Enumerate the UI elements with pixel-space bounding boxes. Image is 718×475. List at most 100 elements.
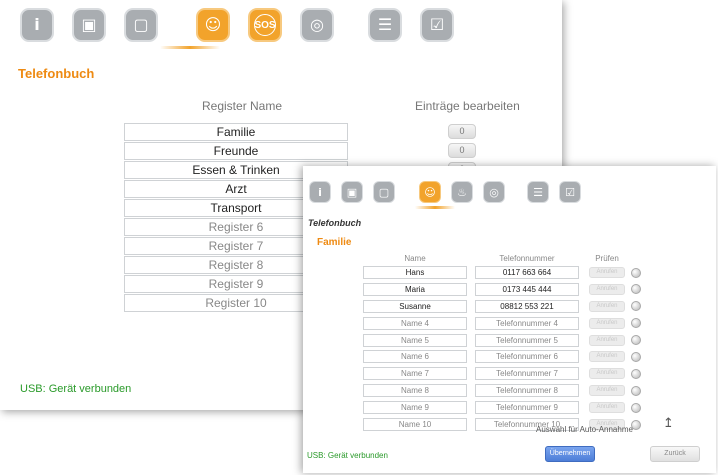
- phonebook-icon-glyph: ☺: [424, 185, 436, 199]
- display-icon-glyph: ▢: [378, 185, 390, 199]
- usb-status: USB: Gerät verbunden: [307, 451, 388, 460]
- call-test-button[interactable]: Anrufen: [589, 368, 625, 380]
- contact-name-field[interactable]: Susanne: [363, 299, 467, 313]
- register-item[interactable]: Freunde: [124, 142, 348, 160]
- call-test-button[interactable]: Anrufen: [589, 334, 625, 346]
- contact-card-icon-glyph: ▣: [346, 185, 358, 199]
- info-icon[interactable]: i: [309, 181, 331, 203]
- column-header-edit-entries: Einträge bearbeiten: [415, 99, 520, 113]
- sliders-icon-glyph: ☰: [377, 15, 393, 34]
- register-item[interactable]: Familie: [124, 123, 348, 141]
- alarm-clock-icon-glyph: ◎: [489, 185, 499, 199]
- table-row: Susanne 08812 553 221 Anrufen: [363, 299, 641, 314]
- apply-button[interactable]: Übernehmen: [545, 446, 595, 462]
- call-test-button[interactable]: Anrufen: [589, 317, 625, 329]
- contact-card-icon[interactable]: ▣: [341, 181, 363, 203]
- alarm-clock-icon[interactable]: ◎: [483, 181, 505, 203]
- table-row: Name 7 Telefonnummer 7 Anrufen: [363, 366, 641, 381]
- page-title: Telefonbuch: [18, 66, 95, 81]
- edit-entries-button[interactable]: 0: [448, 124, 476, 139]
- contact-name-field[interactable]: Name 4: [363, 316, 467, 330]
- edit-entries-button[interactable]: 0: [448, 143, 476, 158]
- sos-icon-glyph: SOS: [254, 14, 276, 36]
- contact-name-field[interactable]: Name 9: [363, 401, 467, 415]
- contact-name-field[interactable]: Name 10: [363, 418, 467, 432]
- table-row: Name 5 Telefonnummer 5 Anrufen: [363, 333, 641, 348]
- contact-phone-field[interactable]: 08812 553 221: [475, 299, 579, 313]
- auto-answer-radio[interactable]: [631, 402, 641, 413]
- flame-icon-glyph: ♨: [457, 185, 467, 199]
- arrow-up-icon: ↥: [663, 416, 674, 431]
- call-test-button[interactable]: Anrufen: [589, 283, 625, 295]
- contact-table: Hans 0117 663 664 Anrufen Maria 0173 445 444…: [363, 265, 641, 434]
- sliders-icon[interactable]: ☰: [527, 181, 549, 203]
- contact-card-icon[interactable]: ▣: [72, 8, 106, 42]
- call-test-button[interactable]: Anrufen: [589, 300, 625, 312]
- table-row: Name 4 Telefonnummer 4 Anrufen: [363, 316, 641, 331]
- display-icon[interactable]: ▢: [373, 181, 395, 203]
- contact-phone-field[interactable]: Telefonnummer 8: [475, 384, 579, 398]
- display-icon-glyph: ▢: [133, 15, 149, 34]
- display-icon[interactable]: ▢: [124, 8, 158, 42]
- checklist-icon[interactable]: ☑: [420, 8, 454, 42]
- column-header-register-name: Register Name: [202, 99, 283, 113]
- call-test-button[interactable]: Anrufen: [589, 385, 625, 397]
- auto-answer-label: Auswahl für Auto-Annahme: [536, 425, 633, 434]
- phonebook-icon-glyph: ☺: [204, 15, 222, 34]
- phonebook-icon[interactable]: ☺: [419, 181, 441, 203]
- table-row: Name 8 Telefonnummer 8 Anrufen: [363, 383, 641, 398]
- auto-answer-radio[interactable]: [631, 284, 641, 295]
- usb-status: USB: Gerät verbunden: [20, 383, 132, 395]
- contact-phone-field[interactable]: Telefonnummer 7: [475, 367, 579, 381]
- flame-icon[interactable]: ♨: [451, 181, 473, 203]
- info-icon-glyph: i: [34, 15, 40, 34]
- top-icon-bar: i ▣ ▢ ☺ SOS ◎ ☰ ☑: [20, 8, 454, 42]
- auto-answer-radio[interactable]: [631, 318, 641, 329]
- active-tab-indicator: [160, 46, 220, 49]
- top-icon-bar: i ▣ ▢ ☺ ♨ ◎ ☰ ☑: [309, 181, 581, 203]
- info-icon-glyph: i: [318, 185, 322, 199]
- call-test-button[interactable]: Anrufen: [589, 351, 625, 363]
- contact-phone-field[interactable]: Telefonnummer 5: [475, 333, 579, 347]
- auto-answer-radio[interactable]: [631, 385, 641, 396]
- register-subtitle: Familie: [317, 237, 352, 248]
- contact-name-field[interactable]: Name 6: [363, 350, 467, 364]
- contact-phone-field[interactable]: 0173 445 444: [475, 282, 579, 296]
- column-header-check: Prüfen: [595, 254, 619, 263]
- page-title: Telefonbuch: [308, 218, 362, 228]
- contact-card-icon-glyph: ▣: [81, 15, 97, 34]
- table-row: Maria 0173 445 444 Anrufen: [363, 282, 641, 297]
- auto-answer-radio[interactable]: [631, 301, 641, 312]
- contact-name-field[interactable]: Maria: [363, 282, 467, 296]
- checklist-icon-glyph: ☑: [429, 15, 445, 34]
- contact-phone-field[interactable]: Telefonnummer 4: [475, 316, 579, 330]
- contact-name-field[interactable]: Hans: [363, 266, 467, 279]
- auto-answer-radio[interactable]: [631, 267, 641, 278]
- contact-name-field[interactable]: Name 7: [363, 367, 467, 381]
- contact-phone-field[interactable]: Telefonnummer 6: [475, 350, 579, 364]
- table-row: Name 6 Telefonnummer 6 Anrufen: [363, 349, 641, 364]
- phonebook-entries-window: i ▣ ▢ ☺ ♨ ◎ ☰ ☑ Telefonbuch Familie Name Telefo…: [303, 166, 716, 473]
- contact-name-field[interactable]: Name 5: [363, 333, 467, 347]
- sliders-icon-glyph: ☰: [533, 185, 543, 199]
- active-tab-indicator: [415, 206, 455, 209]
- call-test-button[interactable]: Anrufen: [589, 267, 625, 278]
- auto-answer-radio[interactable]: [631, 335, 641, 346]
- contact-phone-field[interactable]: 0117 663 664: [475, 266, 579, 279]
- sos-icon[interactable]: SOS: [248, 8, 282, 42]
- alarm-clock-icon[interactable]: ◎: [300, 8, 334, 42]
- checklist-icon[interactable]: ☑: [559, 181, 581, 203]
- table-row: Name 9 Telefonnummer 9 Anrufen: [363, 400, 641, 415]
- info-icon[interactable]: i: [20, 8, 54, 42]
- checklist-icon-glyph: ☑: [565, 185, 575, 199]
- column-header-phone: Telefonnummer: [499, 254, 555, 263]
- contact-name-field[interactable]: Name 8: [363, 384, 467, 398]
- sliders-icon[interactable]: ☰: [368, 8, 402, 42]
- back-button[interactable]: Zurück: [650, 446, 700, 462]
- auto-answer-radio[interactable]: [631, 368, 641, 379]
- contact-phone-field[interactable]: Telefonnummer 9: [475, 401, 579, 415]
- column-header-name: Name: [404, 254, 426, 263]
- phonebook-icon[interactable]: ☺: [196, 8, 230, 42]
- call-test-button[interactable]: Anrufen: [589, 402, 625, 414]
- auto-answer-radio[interactable]: [631, 351, 641, 362]
